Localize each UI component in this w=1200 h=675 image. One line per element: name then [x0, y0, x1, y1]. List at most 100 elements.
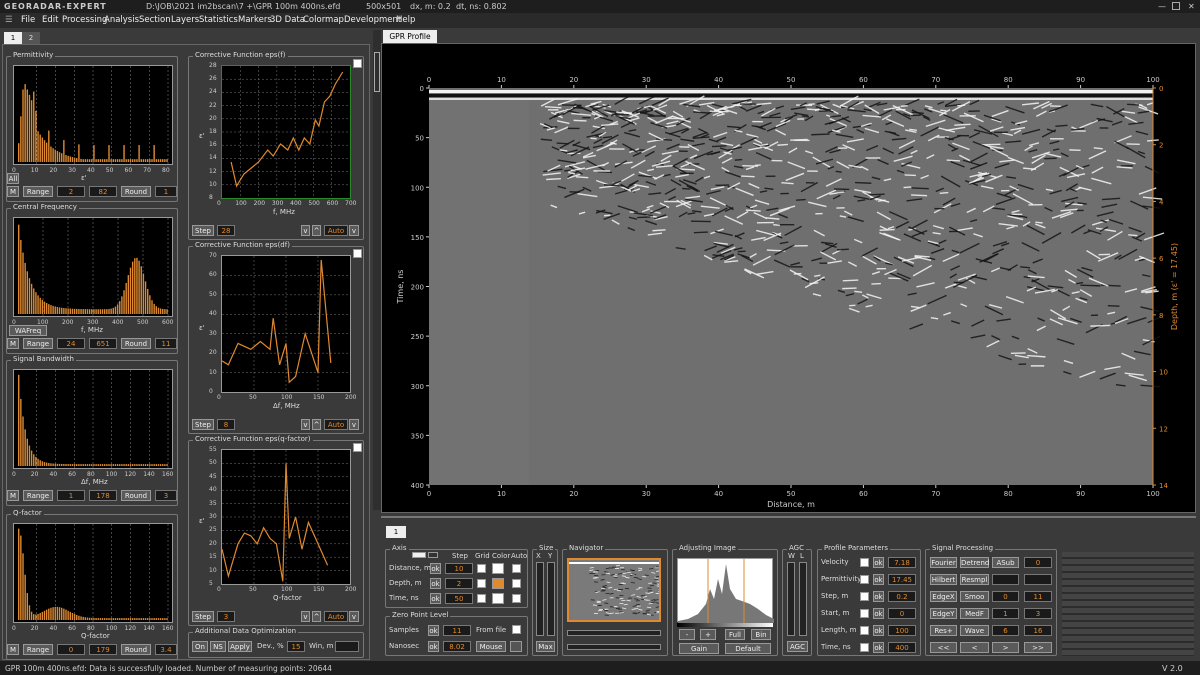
mouse-button[interactable]: Mouse	[476, 641, 506, 652]
left-tab-1[interactable]: 1	[4, 32, 22, 44]
menu-colormap[interactable]: Colormap	[303, 15, 344, 25]
axis-color-swatch[interactable]	[492, 593, 504, 604]
fourier-button[interactable]: Fourier	[930, 557, 957, 568]
all-button[interactable]: All	[7, 173, 19, 184]
first-button[interactable]: <<	[930, 642, 957, 653]
step-input[interactable]: 3	[217, 611, 235, 622]
auto-select[interactable]: Auto	[324, 225, 348, 236]
round-button[interactable]: Round	[121, 338, 151, 349]
down-arrow-button[interactable]: v	[301, 611, 310, 622]
axis-dark-box[interactable]	[428, 552, 438, 558]
menu-3d-data[interactable]: 3D Data	[270, 15, 305, 25]
corrective-checkbox[interactable]	[353, 443, 362, 452]
navigator-h-scroll[interactable]	[567, 630, 661, 636]
param-ok-button[interactable]: ok	[873, 642, 884, 653]
dev-input[interactable]: 15	[287, 641, 305, 652]
range-button[interactable]: Range	[23, 338, 53, 349]
gain-button[interactable]: Gain	[679, 643, 719, 654]
range-max-input[interactable]: 178	[89, 490, 117, 501]
param-input[interactable]: 100	[888, 625, 916, 636]
menu-section[interactable]: Section	[139, 15, 171, 25]
param-checkbox[interactable]	[860, 626, 869, 635]
param-input[interactable]: 17.45	[888, 574, 916, 585]
full-button[interactable]: Full	[725, 629, 745, 640]
ns-button[interactable]: NS	[210, 641, 226, 652]
nanosec-input[interactable]: 8.02	[443, 641, 471, 652]
edgey-button[interactable]: EdgeY	[930, 608, 957, 619]
menu-file[interactable]: File	[21, 15, 35, 25]
res-plus-button[interactable]: Res+	[930, 625, 957, 636]
range-button[interactable]: Range	[23, 490, 53, 501]
from-file-checkbox[interactable]	[512, 625, 521, 634]
size-x-slider[interactable]	[536, 562, 544, 636]
default-button[interactable]: Default	[725, 643, 771, 654]
auto-dropdown-chevron-icon[interactable]: v	[349, 225, 359, 236]
splitter[interactable]	[381, 516, 1196, 518]
corrective-checkbox[interactable]	[353, 59, 362, 68]
left-tab-2[interactable]: 2	[22, 32, 40, 44]
range-max-input[interactable]: 179	[89, 644, 117, 655]
win-input[interactable]	[335, 641, 359, 652]
round-input[interactable]: 1	[155, 186, 177, 197]
m-button[interactable]: M	[7, 644, 19, 655]
m-button[interactable]: M	[7, 186, 19, 197]
axis-step-input[interactable]: 2	[445, 578, 473, 589]
range-button[interactable]: Range	[23, 644, 53, 655]
m-button[interactable]: M	[7, 338, 19, 349]
param-checkbox[interactable]	[860, 643, 869, 652]
corrective-checkbox[interactable]	[353, 249, 362, 258]
gpr-profile-plot[interactable]: 0010102020303040405050606070708080909010…	[382, 44, 1197, 514]
agc-l-slider[interactable]	[799, 562, 807, 636]
histogram-plot[interactable]	[13, 65, 173, 165]
close-icon[interactable]: ✕	[1188, 2, 1195, 11]
corrective-plot[interactable]	[221, 65, 351, 199]
toolbar-handle-icon[interactable]	[374, 52, 380, 92]
asub-button[interactable]: ASub	[992, 557, 1019, 568]
corrective-plot[interactable]	[221, 255, 351, 393]
m-button[interactable]: M	[7, 490, 19, 501]
param-checkbox[interactable]	[860, 592, 869, 601]
param-ok-button[interactable]: ok	[873, 625, 884, 636]
round-button[interactable]: Round	[121, 186, 151, 197]
wave-input-2[interactable]: 16	[1024, 625, 1052, 636]
corrective-plot[interactable]	[221, 449, 351, 585]
auto-dropdown-chevron-icon[interactable]: v	[349, 611, 359, 622]
resmpl-input-1[interactable]	[992, 574, 1019, 585]
medf-input-2[interactable]: 3	[1024, 608, 1052, 619]
medf-input-1[interactable]: 1	[992, 608, 1019, 619]
hilbert-button[interactable]: Hilbert	[930, 574, 957, 585]
step-input[interactable]: 8	[217, 419, 235, 430]
last-button[interactable]: >>	[1024, 642, 1052, 653]
up-arrow-button[interactable]: ^	[312, 419, 321, 430]
samples-ok[interactable]: ok	[428, 625, 439, 636]
round-button[interactable]: Round	[121, 490, 151, 501]
axis-grid-checkbox[interactable]	[477, 564, 486, 573]
step-button[interactable]: Step	[192, 225, 214, 236]
param-input[interactable]: 0.2	[888, 591, 916, 602]
axis-ok-button[interactable]: ok	[430, 578, 441, 589]
auto-dropdown-chevron-icon[interactable]: v	[349, 419, 359, 430]
bottom-tab-1[interactable]: 1	[386, 526, 406, 538]
param-checkbox[interactable]	[860, 609, 869, 618]
param-input[interactable]: 7.18	[888, 557, 916, 568]
param-checkbox[interactable]	[860, 558, 869, 567]
param-checkbox[interactable]	[860, 575, 869, 584]
menu-edit[interactable]: Edit	[42, 15, 58, 25]
asub-input[interactable]: 0	[1024, 557, 1052, 568]
param-ok-button[interactable]: ok	[873, 557, 884, 568]
nanosec-ok[interactable]: ok	[428, 641, 439, 652]
range-max-input[interactable]: 82	[89, 186, 117, 197]
histogram-plot[interactable]	[13, 217, 173, 317]
hamburger-icon[interactable]: ☰	[5, 15, 13, 25]
axis-white-box[interactable]	[412, 552, 426, 558]
on-button[interactable]: On	[192, 641, 208, 652]
menu-analysis[interactable]: Analysis	[104, 15, 139, 25]
step-button[interactable]: Step	[192, 419, 214, 430]
up-arrow-button[interactable]: ^	[312, 611, 321, 622]
agc-button[interactable]: AGC	[787, 641, 808, 652]
axis-color-swatch[interactable]	[492, 563, 504, 574]
menu-processing[interactable]: Processing	[62, 15, 107, 25]
mouse-aux-box[interactable]	[510, 641, 522, 652]
range-min-input[interactable]: 0	[57, 644, 85, 655]
axis-auto-checkbox[interactable]	[512, 564, 521, 573]
